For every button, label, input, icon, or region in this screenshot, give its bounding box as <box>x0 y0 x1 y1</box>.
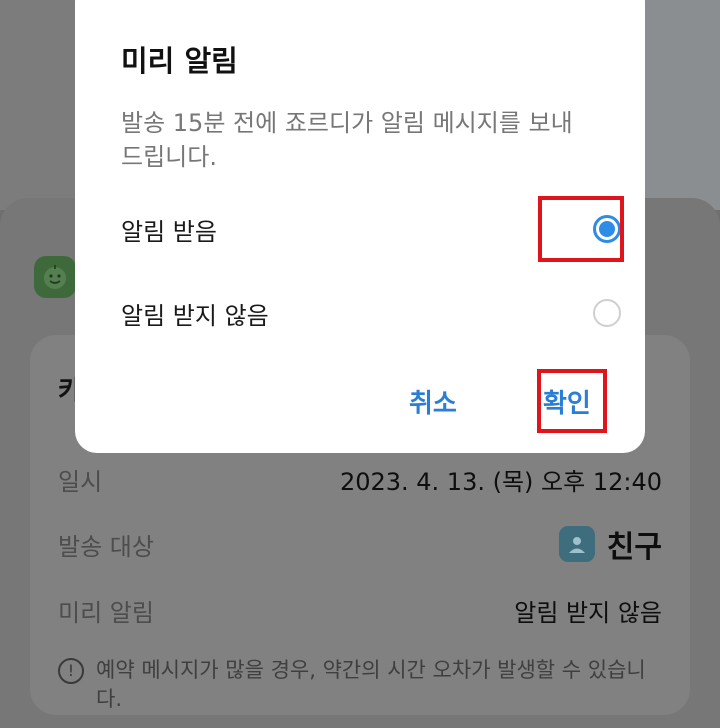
row-label: 미리 알림 <box>58 598 154 627</box>
highlight-box-radio <box>538 196 624 262</box>
background-image-edge <box>640 0 720 210</box>
option-not-receive[interactable]: 알림 받지 않음 <box>121 285 621 341</box>
option-label: 알림 받지 않음 <box>121 301 269 330</box>
radio-unselected-icon[interactable] <box>593 299 621 327</box>
notice-text: 예약 메시지가 많을 경우, 약간의 시간 오차가 발생할 수 있습니다. <box>96 658 646 711</box>
info-icon: ! <box>58 658 84 684</box>
friend-label: 친구 <box>606 530 662 565</box>
friend-avatar-icon <box>558 526 595 562</box>
jordy-face-icon <box>44 265 66 289</box>
row-datetime: 일시 2023. 4. 13. (목) 오후 12:40 <box>58 459 662 499</box>
row-reminder[interactable]: 미리 알림 알림 받지 않음 <box>58 590 662 630</box>
dialog-description: 발송 15분 전에 죠르디가 알림 메시지를 보내드립니다. <box>121 109 573 171</box>
highlight-box-confirm <box>537 369 607 433</box>
cancel-button[interactable]: 취소 <box>409 383 457 420</box>
row-label: 발송 대상 <box>58 532 154 561</box>
dialog-title: 미리 알림 <box>121 44 238 78</box>
jordy-logo-icon <box>34 256 76 298</box>
row-label: 일시 <box>58 467 103 496</box>
row-value: 알림 받지 않음 <box>514 598 662 627</box>
row-value: 2023. 4. 13. (목) 오후 12:40 <box>339 467 662 496</box>
row-target[interactable]: 발송 대상 친구 <box>58 522 662 566</box>
option-label: 알림 받음 <box>121 217 217 246</box>
row-value: 친구 <box>558 522 662 566</box>
notice: ! 예약 메시지가 많을 경우, 약간의 시간 오차가 발생할 수 있습니다. <box>58 656 658 714</box>
